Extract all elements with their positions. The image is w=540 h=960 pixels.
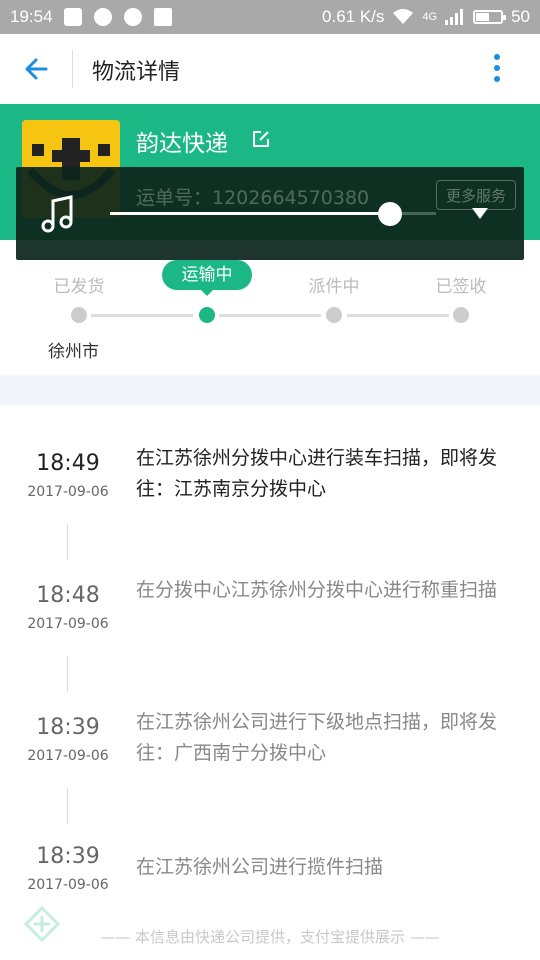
more-vertical-icon[interactable] — [484, 50, 510, 88]
wifi-icon — [393, 9, 414, 24]
shield-icon — [64, 8, 82, 26]
section-separator — [0, 375, 540, 405]
timeline-connector — [67, 524, 68, 560]
media-progress-thumb[interactable] — [378, 202, 403, 226]
media-player-overlay: 运单号：1202664570380 更多服务 — [16, 167, 524, 260]
timeline-connector — [67, 656, 68, 692]
status-bar: 19:54 0.61 K/s 4G 50 — [0, 0, 540, 34]
step-label-delivering: 派件中 — [308, 277, 360, 297]
battery-icon — [473, 10, 507, 24]
step-connector — [219, 314, 321, 317]
signal-icon — [445, 9, 464, 25]
waybill-number: 运单号：1202664570380 — [136, 187, 370, 209]
status-time: 19:54 — [10, 7, 53, 26]
step-dot-signed — [453, 307, 469, 323]
event-time: 18:39 — [36, 844, 100, 869]
header-divider — [72, 50, 73, 88]
step-label-shipped: 已发货 — [53, 277, 105, 297]
event-time: 18:39 — [36, 715, 100, 740]
timeline-connector — [67, 788, 68, 824]
upload-icon — [154, 8, 172, 26]
step-connector — [347, 314, 449, 317]
app-header: 物流详情 — [0, 34, 540, 104]
event-time: 18:48 — [36, 583, 100, 608]
step-connector — [91, 314, 193, 317]
event-text: 在江苏徐州公司进行揽件扫描 — [136, 856, 384, 878]
dropdown-triangle-icon[interactable] — [472, 208, 488, 219]
current-city: 徐州市 — [48, 342, 99, 362]
event-text: 在江苏徐州公司进行下级地点扫描，即将发往：广西南宁分拨中心 — [136, 711, 498, 764]
battery-percent: 50 — [511, 7, 530, 26]
network-speed: 0.61 K/s — [322, 7, 385, 26]
step-label-in-transit: 运输中 — [162, 260, 252, 296]
event-date: 2017-09-06 — [27, 877, 109, 893]
event-date: 2017-09-06 — [27, 484, 109, 500]
page-title: 物流详情 — [92, 60, 181, 85]
chat-icon — [124, 8, 142, 26]
event-time: 18:49 — [36, 451, 100, 476]
event-text: 在分拨中心江苏徐州分拨中心进行称重扫描 — [136, 579, 498, 601]
step-dot-shipped — [71, 307, 87, 323]
event-text: 在江苏徐州分拨中心进行装车扫描，即将发往：江苏南京分拨中心 — [136, 447, 498, 500]
more-services-button[interactable]: 更多服务 — [436, 180, 516, 210]
footer-disclaimer: —— 本信息由快递公司提供，支付宝提供展示 —— — [100, 928, 440, 946]
event-date: 2017-09-06 — [27, 616, 109, 632]
event-date: 2017-09-06 — [27, 748, 109, 764]
message-icon — [94, 8, 112, 26]
step-dot-delivering — [326, 307, 342, 323]
back-arrow-icon[interactable] — [20, 52, 54, 86]
carrier-name: 韵达快递 — [136, 131, 228, 157]
music-note-icon[interactable] — [40, 195, 76, 235]
media-progress-fill — [110, 212, 391, 215]
step-dot-in-transit — [199, 307, 215, 323]
edit-icon[interactable] — [252, 130, 270, 148]
step-label-signed: 已签收 — [435, 277, 487, 297]
network-type: 4G — [422, 11, 438, 23]
